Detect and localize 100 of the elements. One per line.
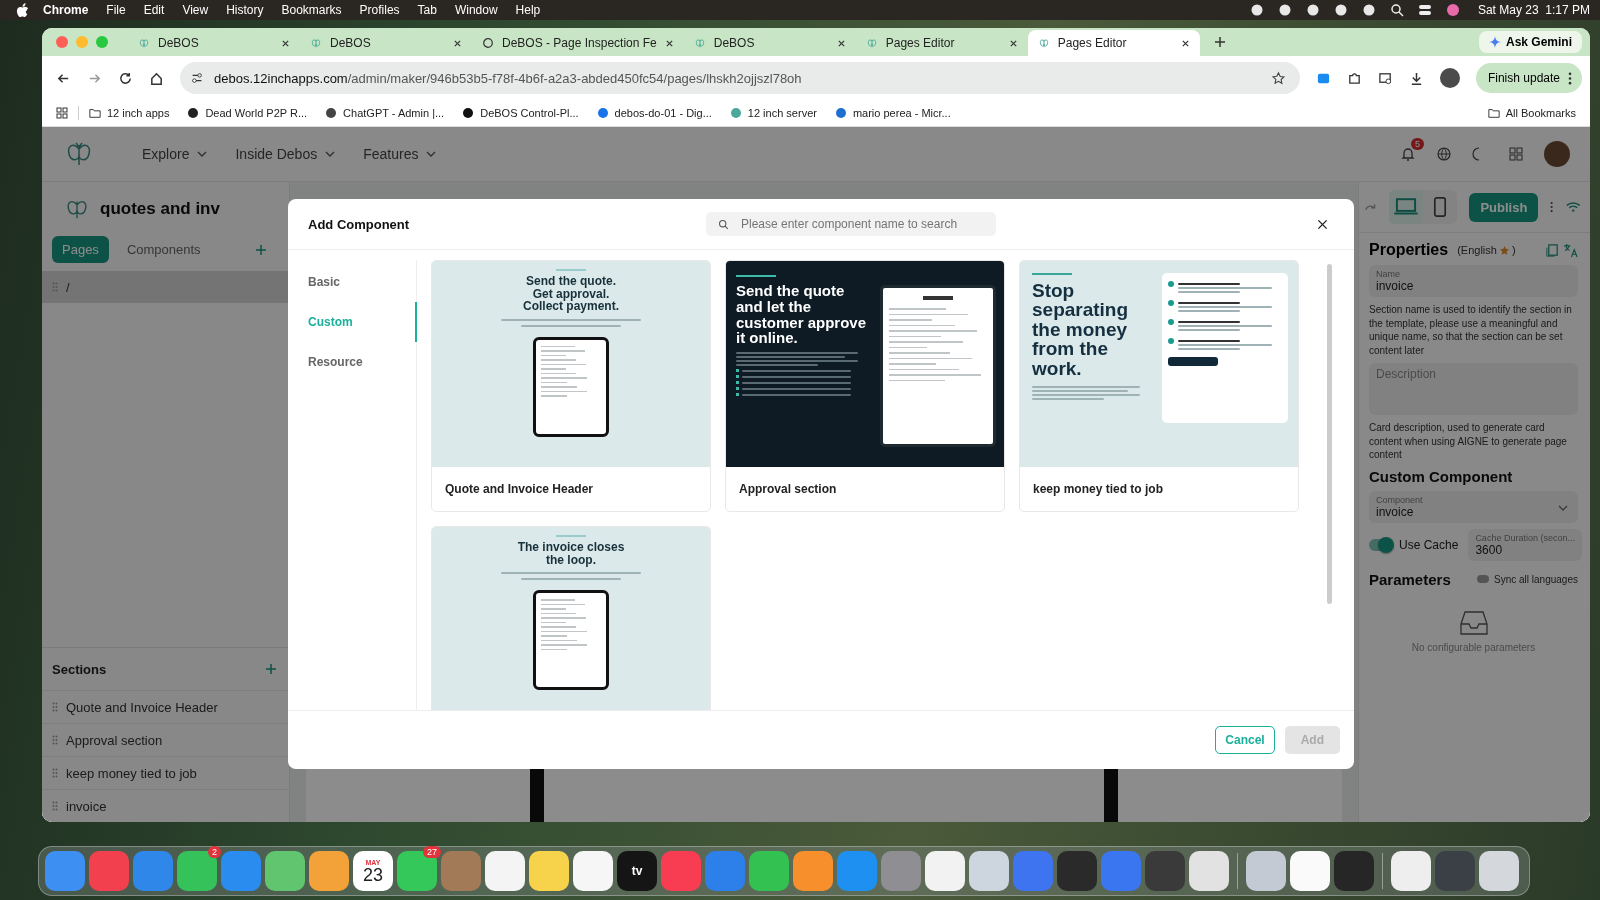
browser-tab[interactable]: DeBOS - Page Inspection Fe [472, 30, 684, 56]
search-icon[interactable] [1389, 3, 1404, 17]
app-icon[interactable] [265, 851, 305, 891]
bookmark-item[interactable]: 12 inch apps [89, 107, 170, 119]
more-icon[interactable] [1550, 200, 1554, 214]
status-icon[interactable] [1333, 3, 1348, 17]
menu-item[interactable]: Chrome [43, 3, 89, 17]
bookmark-item[interactable]: Dead World P2P R... [187, 107, 308, 119]
drag-handle-icon[interactable] [52, 768, 58, 778]
app-icon[interactable] [1479, 851, 1519, 891]
status-icon[interactable] [1249, 3, 1264, 17]
component-card[interactable]: The invoice closes the loop. [431, 526, 711, 710]
menu-item[interactable]: File [106, 3, 126, 17]
app-icon[interactable] [925, 851, 965, 891]
app-icon[interactable] [969, 851, 1009, 891]
bell-icon[interactable] [1400, 146, 1416, 162]
status-icon[interactable] [1277, 3, 1292, 17]
close-tab-icon[interactable] [1008, 38, 1018, 48]
bookmark-item[interactable]: DeBOS Control-Pl... [462, 107, 579, 119]
apps-grid-icon[interactable] [56, 107, 68, 119]
status-icon[interactable] [1361, 3, 1376, 17]
menu-item[interactable]: Profiles [359, 3, 400, 17]
app-icon[interactable] [1290, 851, 1330, 891]
component-card[interactable]: Send the quote and let the customer approve it online. Approval section [725, 260, 1005, 512]
app-icon[interactable]: tv [617, 851, 657, 891]
user-avatar[interactable] [1544, 141, 1570, 167]
finish-update-button[interactable]: Finish update [1475, 63, 1582, 93]
nav-menu[interactable]: Features [363, 146, 437, 162]
new-tab-icon[interactable] [1213, 36, 1226, 48]
drag-handle-icon[interactable] [52, 282, 58, 292]
close-window-icon[interactable] [56, 36, 68, 48]
bookmark-item[interactable]: debos-do-01 - Dig... [596, 107, 712, 119]
grid-icon[interactable] [1508, 146, 1524, 162]
profile-avatar[interactable] [1439, 68, 1460, 88]
siri-icon[interactable] [1445, 3, 1460, 17]
component-card[interactable]: Stop separating the money from the work. keep money tied to job [1019, 260, 1299, 512]
bookmark-item[interactable]: ChatGPT - Admin |... [325, 107, 445, 119]
app-icon[interactable] [397, 851, 437, 891]
menu-item[interactable]: Edit [143, 3, 165, 17]
app-icon[interactable] [309, 851, 349, 891]
section-item[interactable]: invoice [42, 789, 289, 822]
copy-icon[interactable] [1545, 242, 1560, 258]
browser-tab[interactable]: DeBOS [128, 30, 300, 56]
page-item[interactable]: / [42, 271, 289, 303]
status-icon[interactable] [1305, 3, 1320, 17]
home-icon[interactable] [149, 70, 164, 86]
reload-icon[interactable] [118, 70, 133, 86]
close-tab-icon[interactable] [1180, 38, 1190, 48]
browser-tab[interactable]: Pages Editor [1027, 30, 1200, 56]
menu-item[interactable]: Window [454, 3, 498, 17]
menu-item[interactable]: Help [515, 3, 541, 17]
all-bookmarks-item[interactable]: All Bookmarks [1487, 107, 1576, 119]
site-settings-icon[interactable] [190, 71, 204, 85]
control-center-icon[interactable] [1417, 3, 1432, 17]
app-icon[interactable] [529, 851, 569, 891]
address-bar[interactable]: debos.12inchapps.com/admin/maker/946b53b5-f78f-4b6f-a2a3-abded450fc54/pages/lhskh2ojjszl78oh [180, 62, 1300, 94]
use-cache-toggle[interactable] [1369, 538, 1393, 551]
close-tab-icon[interactable] [836, 38, 846, 48]
menu-bar-clock[interactable]: Sat May 23 1:17 PM [1477, 3, 1590, 17]
category-tab[interactable]: Resource [288, 342, 416, 382]
nav-menu[interactable]: Inside Debos [235, 146, 336, 162]
browser-tab[interactable]: DeBOS [683, 30, 856, 56]
name-field[interactable]: Name invoice [1369, 265, 1578, 297]
bookmark-star-icon[interactable] [1270, 70, 1286, 86]
app-icon[interactable] [573, 851, 613, 891]
ask-gemini-button[interactable]: Ask Gemini [1478, 31, 1582, 53]
close-icon[interactable] [1317, 218, 1328, 230]
tab-search-icon[interactable] [1377, 70, 1393, 86]
browser-tab[interactable]: DeBOS [300, 30, 472, 56]
apple-logo-icon[interactable] [16, 2, 29, 18]
puzzle-icon[interactable] [1346, 70, 1362, 86]
drag-handle-icon[interactable] [52, 735, 58, 745]
drag-handle-icon[interactable] [52, 702, 58, 712]
app-icon[interactable] [1246, 851, 1286, 891]
component-card[interactable]: Send the quote. Get approval. Collect payment. Quote and Invoice Header [431, 260, 711, 512]
close-tab-icon[interactable] [664, 38, 674, 48]
menu-item[interactable]: History [226, 3, 264, 17]
bookmark-item[interactable]: mario perea - Micr... [834, 107, 951, 119]
section-item[interactable]: keep money tied to job [42, 756, 289, 789]
laptop-icon[interactable] [1389, 190, 1424, 224]
menu-item[interactable]: View [182, 3, 209, 17]
app-icon[interactable] [1391, 851, 1431, 891]
globe-icon[interactable] [1436, 146, 1452, 162]
translate-icon[interactable] [1563, 242, 1578, 258]
app-icon[interactable] [177, 851, 217, 891]
sync-toggle[interactable] [1477, 575, 1490, 583]
add-icon[interactable] [255, 243, 267, 256]
app-icon[interactable] [485, 851, 525, 891]
menu-item[interactable]: Tab [417, 3, 437, 17]
add-icon[interactable] [265, 663, 277, 675]
nav-menu[interactable]: Explore [142, 146, 208, 162]
app-icon[interactable] [1189, 851, 1229, 891]
bookmark-item[interactable]: 12 inch server [729, 107, 817, 119]
search-field[interactable]: Please enter component name to search [706, 212, 996, 236]
close-tab-icon[interactable] [281, 38, 290, 48]
browser-tab[interactable]: Pages Editor [855, 30, 1028, 56]
menu-item[interactable]: Bookmarks [281, 3, 342, 17]
category-tab[interactable]: Basic [288, 262, 416, 302]
drag-handle-icon[interactable] [52, 801, 58, 811]
app-icon[interactable] [1057, 851, 1097, 891]
